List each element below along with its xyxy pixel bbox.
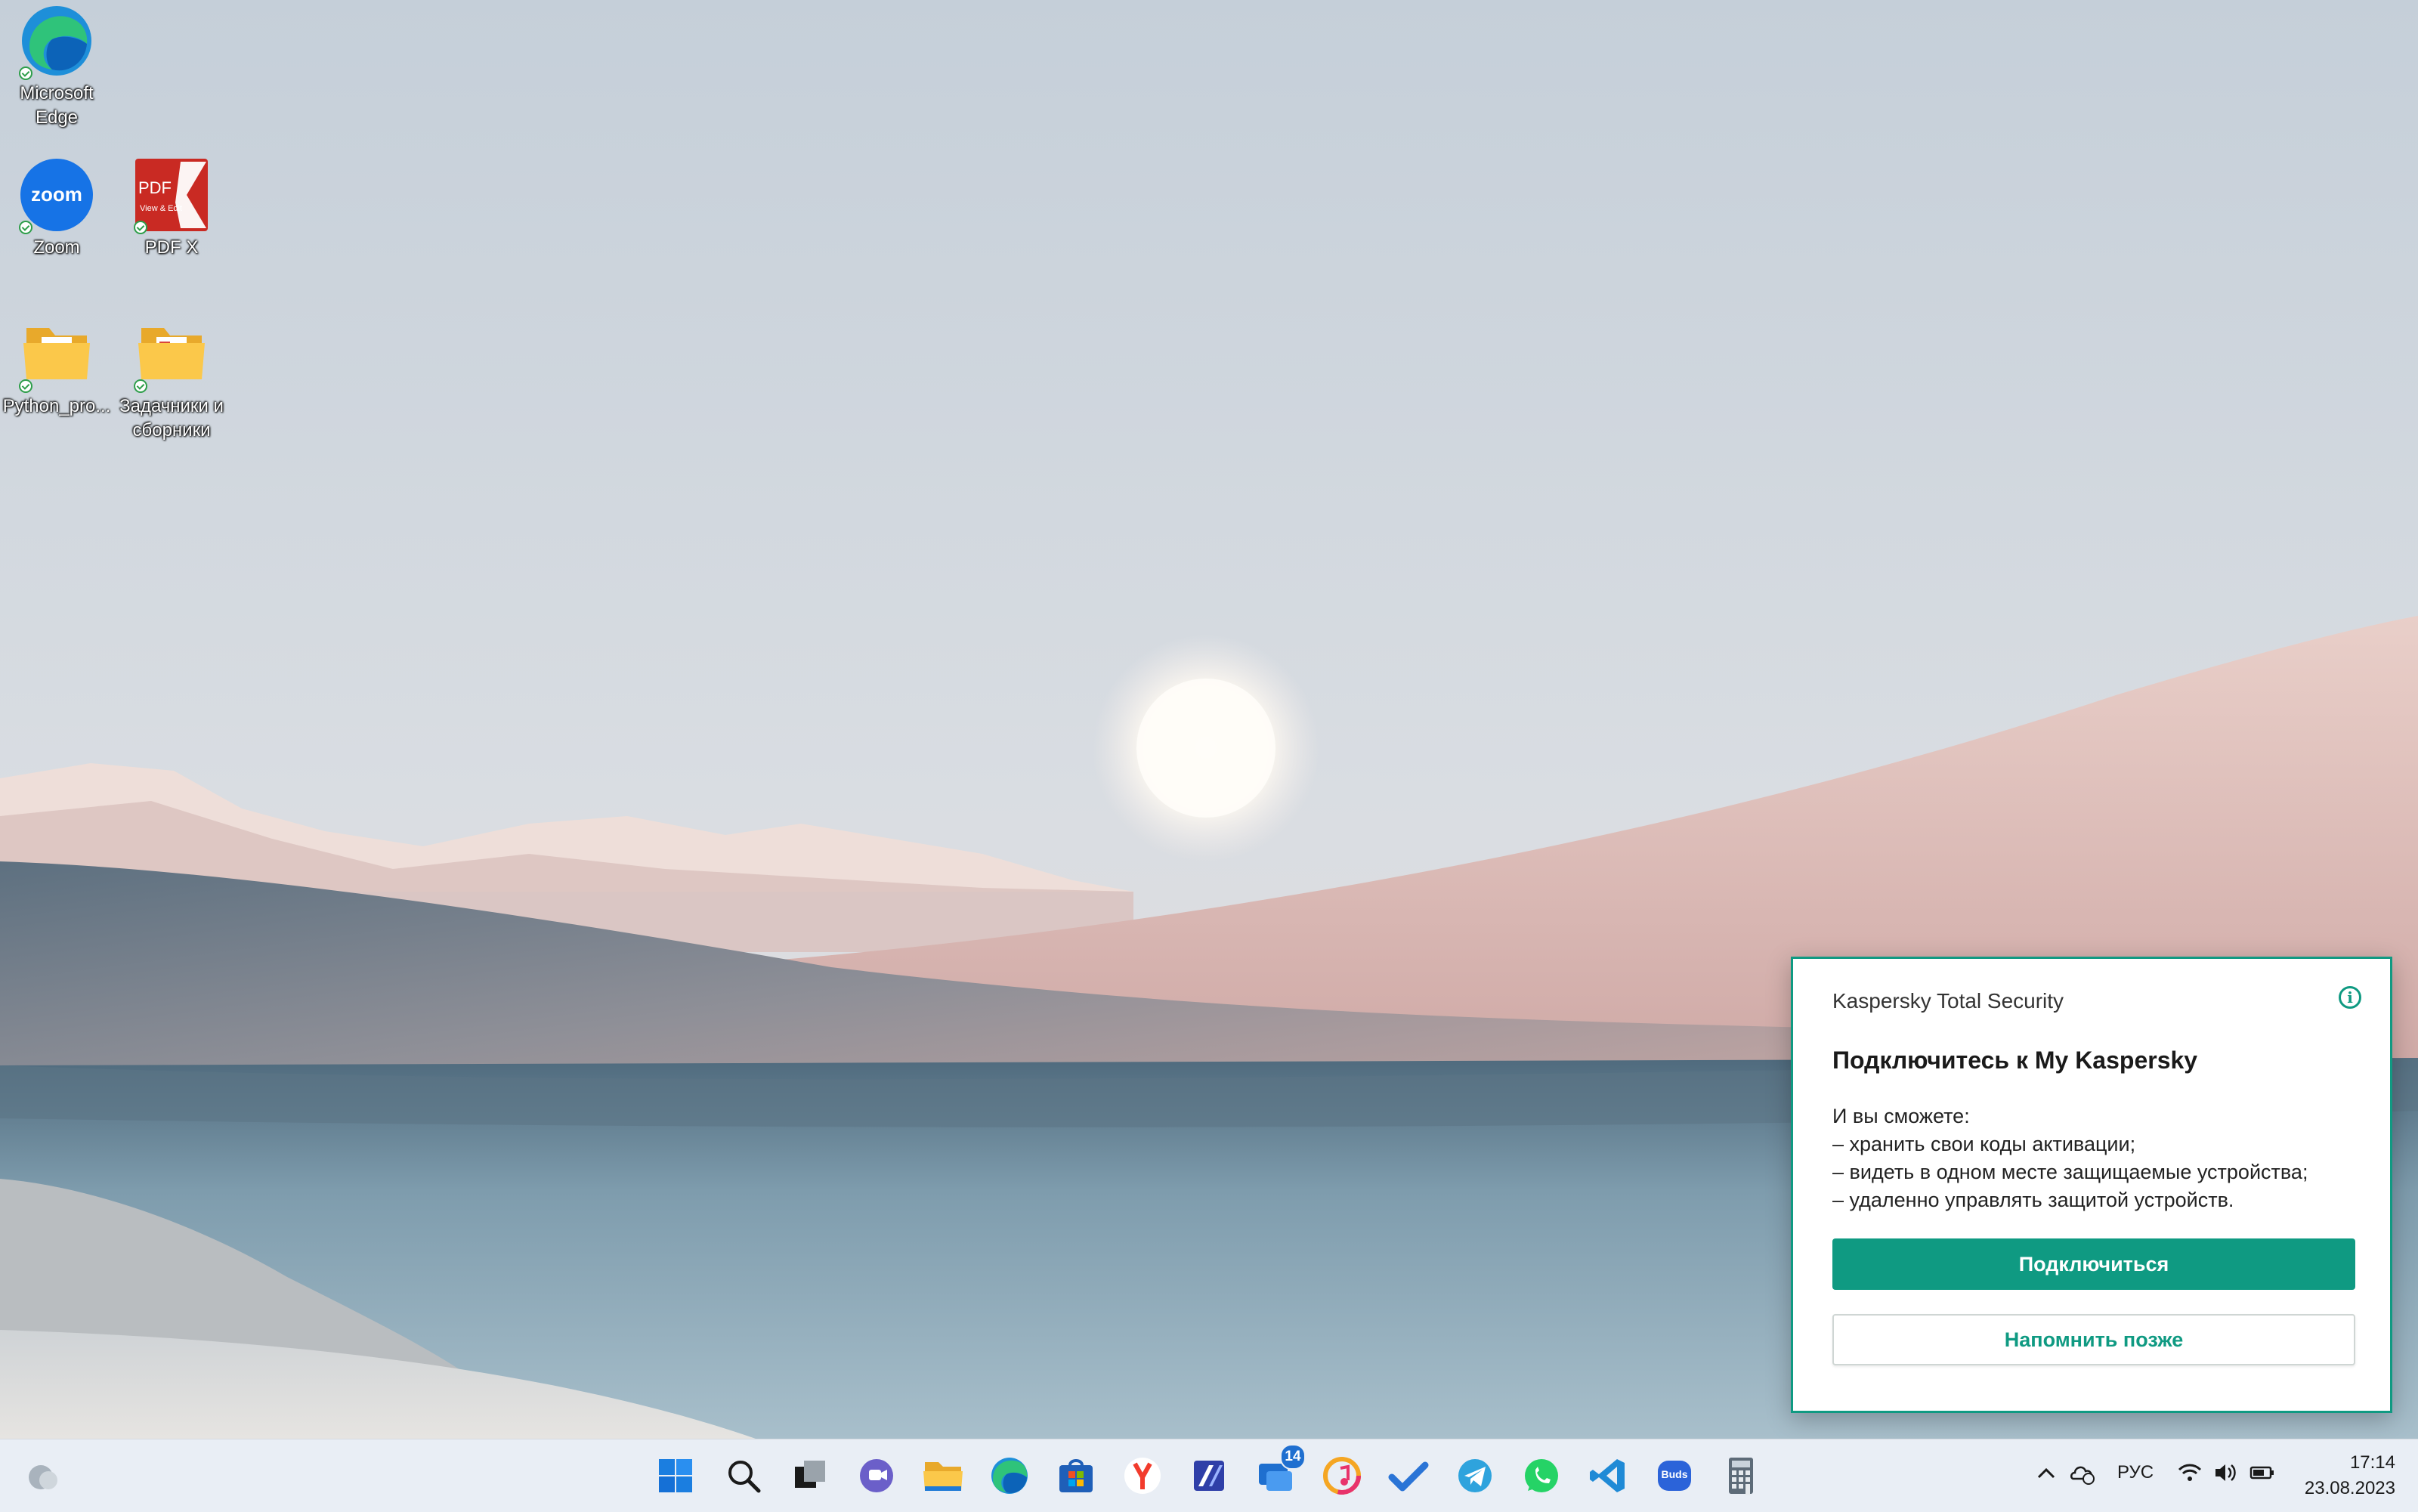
yandex-icon xyxy=(1124,1458,1161,1494)
folder-icon xyxy=(19,316,94,393)
cloud-sync-icon xyxy=(2070,1466,2095,1485)
zoom-icon: zoom xyxy=(19,157,94,234)
notification-count-badge: 14 xyxy=(1280,1444,1306,1470)
windows-logo-icon xyxy=(659,1459,692,1492)
task-view-button[interactable] xyxy=(786,1452,834,1500)
notification-body-line: И вы сможете: xyxy=(1832,1105,1970,1127)
desktop-icon-edge[interactable]: Microsoft Edge xyxy=(0,3,113,130)
teams-chat-button[interactable] xyxy=(852,1452,901,1500)
yandex-browser-button[interactable] xyxy=(1118,1452,1167,1500)
search-icon xyxy=(728,1461,761,1493)
desktop-icon-label: Zoom xyxy=(33,237,80,258)
pdf-x-icon: PDF View & Edit xyxy=(134,157,209,234)
file-explorer-button[interactable] xyxy=(919,1452,967,1500)
desktop-icon-zoom[interactable]: zoom Zoom xyxy=(0,157,113,260)
start-button[interactable] xyxy=(651,1452,700,1500)
notification-body-line: – удаленно управлять защитой устройств. xyxy=(1832,1189,2234,1211)
messenger-button[interactable]: 14 xyxy=(1251,1444,1306,1500)
chevron-up-icon xyxy=(2037,1467,2055,1479)
desktop-icon-label: PDF X xyxy=(144,237,199,258)
buds-glyph-text: Buds xyxy=(1661,1468,1688,1480)
galaxy-buds-button[interactable]: Buds xyxy=(1650,1452,1699,1500)
battery-icon xyxy=(2249,1466,2274,1480)
desktop-icon-label: Python_pro... xyxy=(2,396,111,416)
edge-button[interactable] xyxy=(985,1452,1034,1500)
folder-icon xyxy=(134,316,209,393)
kaspersky-notification: Kaspersky Total Security i Подключитесь … xyxy=(1791,957,2392,1413)
remind-later-button[interactable]: Напомнить позже xyxy=(1832,1314,2355,1365)
language-indicator[interactable]: РУС xyxy=(2117,1462,2154,1483)
clock[interactable]: 17:14 23.08.2023 xyxy=(2290,1450,2395,1501)
zoom-glyph-text: zoom xyxy=(31,183,82,206)
edge-icon xyxy=(991,1458,1028,1494)
calculator-button[interactable] xyxy=(1717,1452,1765,1500)
desktop-icon-folder-zadachniki[interactable]: Задачники и сборники xyxy=(115,316,228,443)
folder-icon xyxy=(923,1462,963,1491)
volume-button[interactable] xyxy=(2212,1459,2240,1490)
notification-body-line: – видеть в одном месте защищаемые устрой… xyxy=(1832,1161,2308,1183)
notification-body-line: – хранить свои коды активации; xyxy=(1832,1133,2136,1155)
task-view-icon xyxy=(795,1461,825,1488)
whatsapp-icon xyxy=(1525,1459,1558,1492)
sync-status-icon xyxy=(19,66,32,80)
sync-status-icon xyxy=(134,221,147,234)
clock-date: 23.08.2023 xyxy=(2304,1478,2395,1498)
desktop-icon-label: Microsoft Edge xyxy=(20,83,94,128)
vscode-icon xyxy=(1590,1459,1625,1492)
connect-button[interactable]: Подключиться xyxy=(1832,1238,2355,1290)
sync-status-icon xyxy=(134,379,147,393)
notification-body: И вы сможете: – хранить свои коды актива… xyxy=(1832,1102,2308,1214)
pdf-glyph-text: PDF xyxy=(138,178,172,197)
edge-icon xyxy=(19,3,94,80)
desktop-icon-pdfx[interactable]: PDF View & Edit PDF X xyxy=(115,157,228,260)
editor-app-button[interactable] xyxy=(1185,1452,1233,1500)
network-button[interactable] xyxy=(2176,1459,2203,1490)
show-hidden-icons-button[interactable] xyxy=(2033,1459,2060,1490)
calculator-icon xyxy=(1729,1458,1753,1495)
store-icon xyxy=(1059,1459,1093,1492)
notification-title: Подключитесь к My Kaspersky xyxy=(1832,1047,2198,1074)
clock-time: 17:14 xyxy=(2349,1452,2395,1473)
search-button[interactable] xyxy=(719,1452,768,1500)
battery-button[interactable] xyxy=(2249,1459,2276,1490)
sync-status-icon xyxy=(19,221,32,234)
todo-button[interactable] xyxy=(1384,1452,1433,1500)
checkmark-icon xyxy=(1388,1461,1429,1492)
whatsapp-button[interactable] xyxy=(1517,1452,1566,1500)
telegram-button[interactable] xyxy=(1451,1452,1499,1500)
speaker-icon xyxy=(2215,1464,2236,1481)
sync-status-icon xyxy=(19,379,32,393)
store-button[interactable] xyxy=(1052,1452,1100,1500)
desktop-icon-label: Задачники и сборники xyxy=(119,396,224,441)
wifi-icon xyxy=(2178,1464,2202,1481)
telegram-icon xyxy=(1458,1459,1492,1492)
vscode-button[interactable] xyxy=(1584,1452,1632,1500)
onedrive-tray-button[interactable] xyxy=(2067,1458,2098,1492)
widgets-button[interactable] xyxy=(18,1452,66,1500)
pdf-glyph-subtext: View & Edit xyxy=(140,204,183,213)
desktop-icon-folder-python[interactable]: Python_pro... xyxy=(0,316,113,419)
taskbar: 14 Buds РУС 17:14 23.08.2023 xyxy=(0,1439,2418,1512)
notification-app-name: Kaspersky Total Security xyxy=(1832,989,2064,1013)
teams-chat-icon xyxy=(860,1459,893,1492)
music-button[interactable] xyxy=(1318,1452,1366,1500)
music-icon xyxy=(1323,1457,1361,1495)
edit-app-icon xyxy=(1194,1461,1224,1491)
weather-icon xyxy=(29,1465,57,1489)
info-icon[interactable]: i xyxy=(2339,986,2361,1009)
